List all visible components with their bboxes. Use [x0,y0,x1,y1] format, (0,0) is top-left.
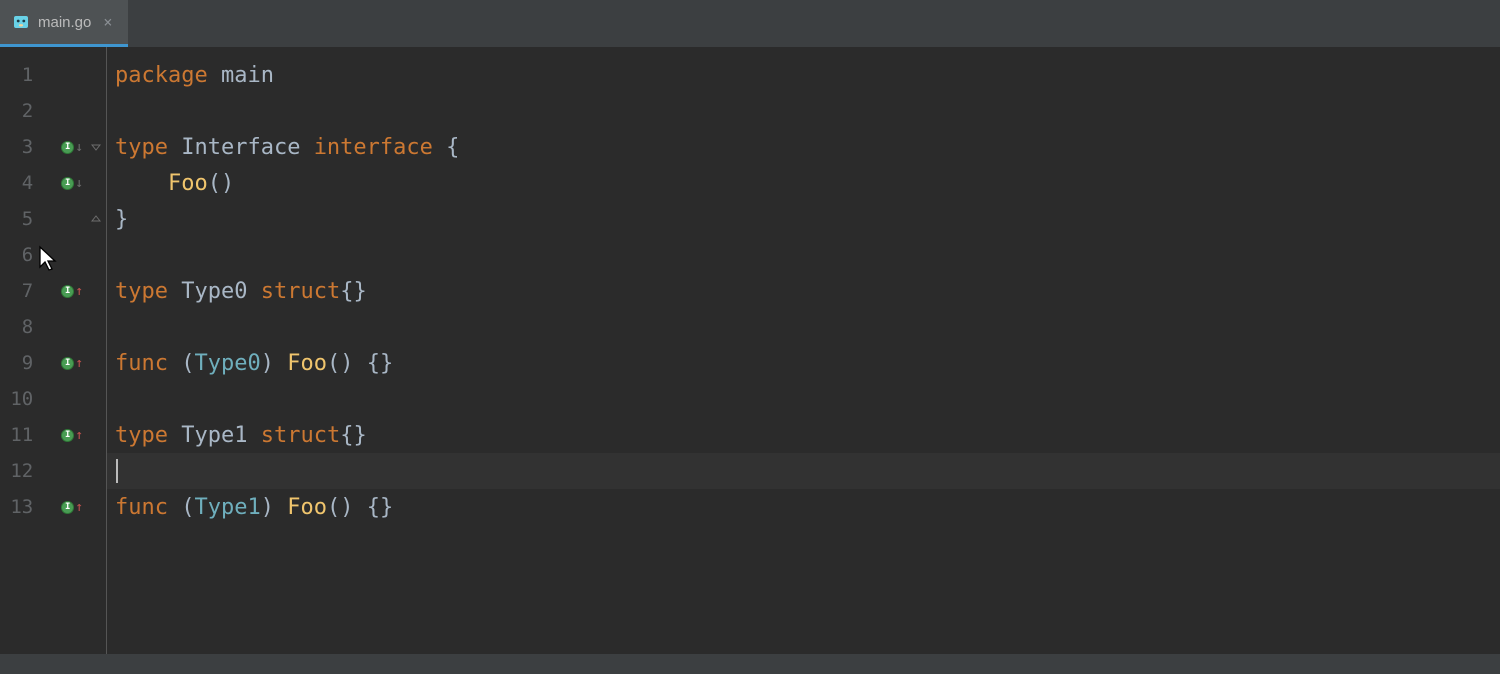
code-token: Type1 [194,495,260,520]
gutter-row: 1 [0,57,106,93]
code-token: type [115,423,181,448]
code-area[interactable]: package main type Interface interface { F… [107,47,1500,654]
code-token: Interface [181,135,313,160]
gutter-row: 12 [0,453,106,489]
line-number: 4 [0,172,33,194]
gutter-row: 13 ↑ [0,489,106,525]
gutter-row: 10 [0,381,106,417]
code-token: ( [181,351,194,376]
code-token: ) [261,495,288,520]
code-token: type [115,279,181,304]
gutter-row: 4↓ [0,165,106,201]
gutter-icons: ↓ [33,176,89,191]
line-number: 5 [0,208,33,230]
arrow-up-icon[interactable]: ↑ [75,284,83,299]
tab-bar: main.go × [0,0,1500,47]
code-token: main [221,63,274,88]
line-number: 7 [0,280,33,302]
gutter-icons: ↓ [33,140,89,155]
gutter-icons: ↑ [33,356,89,371]
code-line[interactable]: func (Type0) Foo() {} [115,345,1500,381]
code-token: {} [340,423,367,448]
arrow-down-icon[interactable]: ↓ [75,140,83,155]
line-number: 8 [0,316,33,338]
code-token: Foo [287,495,327,520]
editor: 123↓4↓567↑89↑1011↑1213↑ package maintype… [0,47,1500,654]
implemented-by-marker-icon[interactable] [61,357,74,370]
line-number: 10 [0,388,33,410]
code-line[interactable]: type Type0 struct{} [115,273,1500,309]
code-token: type [115,135,181,160]
code-line[interactable]: package main [115,57,1500,93]
code-token: struct [261,279,340,304]
code-token: } [115,207,128,232]
line-number: 2 [0,100,33,122]
code-token: Type1 [181,423,260,448]
code-token: Foo [168,171,208,196]
code-line[interactable]: Foo() [115,165,1500,201]
code-token: func [115,495,181,520]
line-number: 6 [0,244,33,266]
close-icon[interactable]: × [99,11,116,33]
arrow-up-icon[interactable]: ↑ [75,356,83,371]
gutter: 123↓4↓567↑89↑1011↑1213↑ [0,47,107,654]
code-line[interactable]: type Type1 struct{} [115,417,1500,453]
code-line[interactable]: } [115,201,1500,237]
gutter-row: 2 [0,93,106,129]
code-token: Type0 [181,279,260,304]
current-line-highlight [107,453,1500,489]
code-line[interactable]: type Interface interface { [115,129,1500,165]
gutter-row: 11 ↑ [0,417,106,453]
code-token: interface [314,135,433,160]
line-number: 12 [0,460,33,482]
implemented-by-marker-icon[interactable] [61,429,74,442]
fold-start-icon[interactable] [89,142,102,152]
line-number: 3 [0,136,33,158]
implemented-by-marker-icon[interactable] [61,501,74,514]
gutter-row: 6 [0,237,106,273]
code-token: ) [261,351,288,376]
code-token: () {} [327,495,393,520]
gutter-row: 3↓ [0,129,106,165]
code-line[interactable] [115,93,1500,129]
gutter-icons: ↑ [33,428,89,443]
go-file-icon [12,13,30,31]
text-caret [116,459,118,483]
code-line[interactable] [115,381,1500,417]
line-number: 1 [0,64,33,86]
gutter-row: 8 [0,309,106,345]
code-token: Foo [287,351,327,376]
implemented-by-marker-icon[interactable] [61,285,74,298]
code-line[interactable] [115,237,1500,273]
code-token: func [115,351,181,376]
gutter-row: 9↑ [0,345,106,381]
code-token [115,171,168,196]
line-number: 13 [0,496,33,518]
code-token: { [433,135,460,160]
line-number: 11 [0,424,33,446]
implements-marker-icon[interactable] [61,141,74,154]
code-token: struct [261,423,340,448]
line-number: 9 [0,352,33,374]
code-line[interactable]: func (Type1) Foo() {} [115,489,1500,525]
code-token: Type0 [194,351,260,376]
editor-tab[interactable]: main.go × [0,0,128,47]
code-token: () [208,171,235,196]
code-token: () {} [327,351,393,376]
code-token: package [115,63,221,88]
gutter-row: 5 [0,201,106,237]
arrow-up-icon[interactable]: ↑ [75,500,83,515]
fold-end-icon[interactable] [89,214,102,224]
code-line[interactable] [115,309,1500,345]
status-bar [0,654,1500,674]
gutter-icons: ↑ [33,500,89,515]
tab-filename: main.go [38,14,91,31]
gutter-icons: ↑ [33,284,89,299]
arrow-up-icon[interactable]: ↑ [75,428,83,443]
code-token: ( [181,495,194,520]
gutter-row: 7↑ [0,273,106,309]
implements-marker-icon[interactable] [61,177,74,190]
code-token: {} [340,279,367,304]
arrow-down-icon[interactable]: ↓ [75,176,83,191]
